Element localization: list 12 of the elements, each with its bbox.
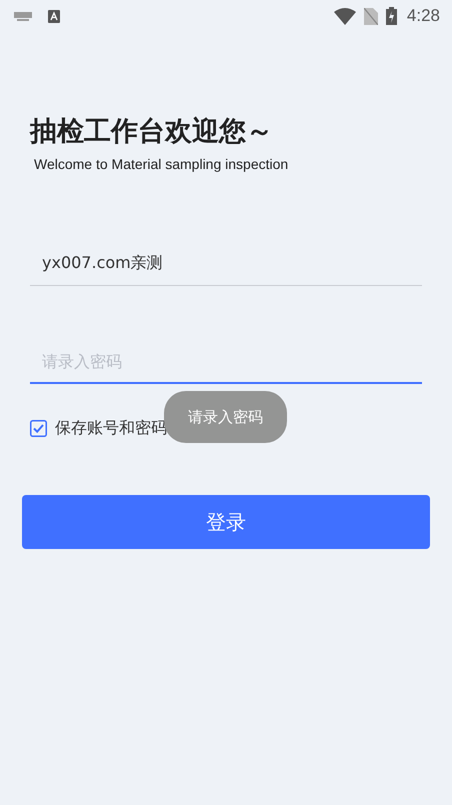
remember-checkbox[interactable] [30,420,47,437]
welcome-title: 抽检工作台欢迎您～ [30,115,274,149]
remember-label: 保存账号和密码 [55,418,167,439]
battery-charging-icon [386,7,397,25]
no-sim-icon [364,8,378,24]
login-button[interactable]: 登录 [22,495,430,549]
username-field[interactable]: yx007.com亲测 [30,242,422,286]
wifi-icon [334,8,356,24]
keyboard-icon [14,12,32,20]
status-time: 4:28 [406,6,440,26]
welcome-subtitle: Welcome to Material sampling inspection [34,156,290,172]
text-icon [48,10,60,22]
